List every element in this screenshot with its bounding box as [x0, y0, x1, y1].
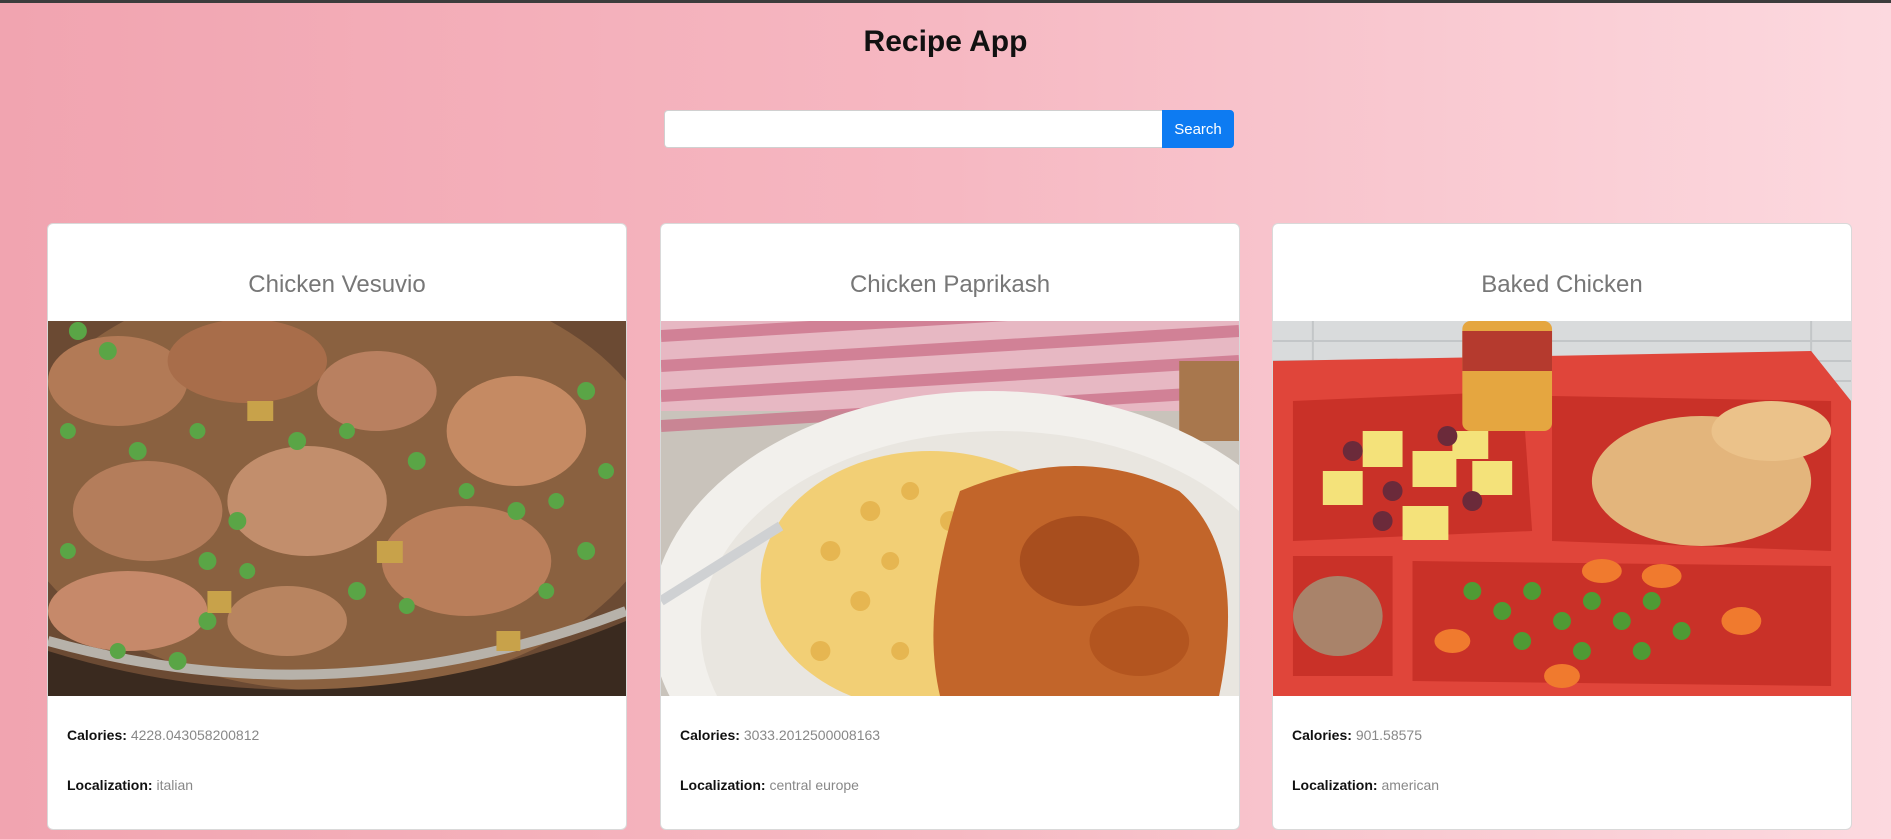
- localization-label: Localization:: [680, 777, 766, 793]
- recipe-image: [1273, 321, 1851, 696]
- calories-value: 901.58575: [1355, 727, 1422, 743]
- recipe-localization: Localization: american: [1292, 777, 1439, 793]
- recipe-title: Chicken Vesuvio: [248, 271, 426, 298]
- calories-label: Calories:: [67, 727, 127, 743]
- recipe-localization: Localization: italian: [67, 777, 193, 793]
- recipe-calories: Calories: 4228.043058200812: [67, 727, 259, 743]
- baked-chicken-photo: [1273, 321, 1851, 696]
- calories-value: 4228.043058200812: [130, 727, 260, 743]
- calories-value: 3033.2012500008163: [743, 727, 881, 743]
- recipe-image: [661, 321, 1239, 696]
- calories-label: Calories:: [680, 727, 740, 743]
- localization-value: central europe: [769, 777, 859, 793]
- recipe-title: Baked Chicken: [1481, 271, 1643, 298]
- recipe-title: Chicken Paprikash: [849, 271, 1051, 298]
- chicken-paprikash-photo: [661, 321, 1239, 696]
- localization-label: Localization:: [67, 777, 153, 793]
- recipe-card: Baked Chicken Calories: 901.58575 Locali…: [1272, 223, 1852, 830]
- chicken-vesuvio-photo: [48, 321, 626, 696]
- recipe-calories: Calories: 3033.2012500008163: [680, 727, 880, 743]
- search-input[interactable]: [664, 110, 1162, 148]
- recipe-calories: Calories: 901.58575: [1292, 727, 1422, 743]
- localization-value: american: [1381, 777, 1440, 793]
- page-title: Recipe App: [863, 25, 1028, 58]
- localization-label: Localization:: [1292, 777, 1378, 793]
- recipe-localization: Localization: central europe: [680, 777, 859, 793]
- recipe-card: Chicken Vesuvio Calories: 4228.043058200…: [47, 223, 627, 830]
- calories-label: Calories:: [1292, 727, 1352, 743]
- localization-value: italian: [156, 777, 194, 793]
- recipe-card: Chicken Paprikash Calories: 3033.2012500…: [660, 223, 1240, 830]
- recipe-image: [48, 321, 626, 696]
- search-button[interactable]: Search: [1162, 110, 1234, 148]
- search-form: Search: [664, 110, 1234, 148]
